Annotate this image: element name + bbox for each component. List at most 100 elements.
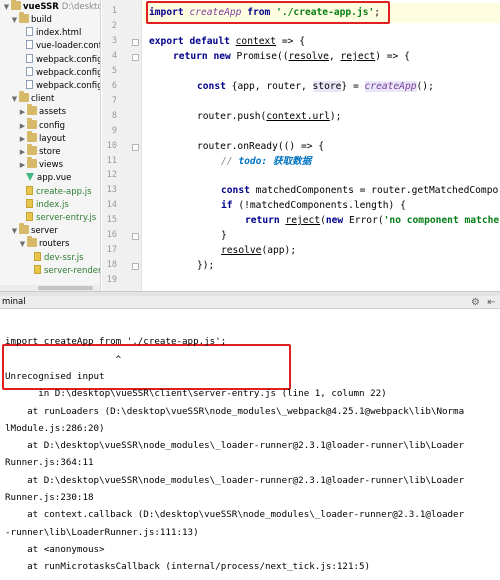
file-icon (26, 53, 33, 63)
line-number: 10 (106, 140, 117, 151)
project-tree: ▼vueSSR D:\desktop\vu ▼ build index.html vu… (0, 0, 101, 291)
line-number: 2 (111, 20, 117, 31)
fold-marker-icon[interactable] (132, 263, 139, 271)
tree-item[interactable]: ▼ build (10, 12, 52, 27)
terminal-header: minal ⚙ ⇤ (0, 296, 500, 309)
folder-icon (19, 91, 29, 103)
file-icon (26, 40, 33, 50)
tree-item[interactable]: ▶ store (18, 144, 61, 159)
tree-item[interactable]: webpack.config.s (26, 80, 100, 93)
tree-item[interactable]: ▼ server (10, 223, 58, 238)
terminal-line: at runMicrotasksCallback (internal/proce… (5, 561, 371, 573)
tree-item[interactable]: ▶ layout (18, 130, 66, 146)
tree-item[interactable]: ▶ assets (18, 104, 66, 119)
folder-icon (11, 0, 21, 10)
code-line-13[interactable]: const matchedComponents = router.getMatc… (221, 184, 498, 198)
terminal-line: Unrecognised input (5, 370, 105, 382)
project-root[interactable]: ▼vueSSR D:\desktop\vu (2, 0, 100, 14)
chevron-right-icon[interactable]: ▶ (18, 159, 27, 172)
chevron-right-icon[interactable]: ▶ (18, 106, 27, 119)
folder-icon (27, 117, 37, 129)
tree-item-label: config (39, 120, 66, 131)
tree-item[interactable]: create-app.js (26, 185, 92, 199)
tree-item[interactable]: ▼ routers (18, 236, 70, 251)
folder-icon (27, 144, 37, 155)
tree-item-label: store (39, 147, 61, 157)
tree-item[interactable]: ▼ client (10, 91, 55, 106)
terminal-output[interactable]: import createApp from './create-app.js';… (0, 310, 500, 580)
code-line-11[interactable]: // todo: 获取数据 (221, 155, 311, 169)
chevron-down-icon[interactable]: ▼ (10, 225, 19, 238)
tree-item-label: client (31, 94, 55, 105)
fold-marker-icon[interactable] (132, 38, 139, 46)
code-line-8[interactable]: router.push(context.url); (197, 110, 341, 124)
line-number: 6 (111, 80, 117, 91)
fold-marker-icon[interactable] (132, 233, 139, 241)
tree-item-label: index.js (36, 199, 69, 210)
terminal-line: at <anonymous> (5, 543, 105, 555)
tree-item[interactable]: dev-ssr.js (34, 251, 84, 265)
file-icon (26, 27, 33, 37)
tree-item[interactable]: app.vue (26, 172, 71, 185)
scrollbar-thumb[interactable] (38, 286, 93, 290)
code-line-17[interactable]: resolve(app); (221, 244, 296, 258)
chevron-right-icon[interactable]: ▶ (18, 133, 27, 146)
folder-icon (27, 104, 37, 116)
code-line-15[interactable]: return reject(new Error('no component ma… (245, 214, 499, 228)
terminal-line: -runner\lib\LoaderRunner.js:111:13) (5, 526, 199, 538)
tree-item-label: server-entry.js (36, 213, 97, 223)
code-editor[interactable]: import createApp from './create-app.js';… (143, 0, 500, 291)
file-icon (26, 66, 33, 76)
line-number: 4 (111, 50, 117, 61)
code-line-18[interactable]: }); (197, 259, 214, 273)
folder-icon (19, 223, 29, 235)
folder-icon (27, 236, 37, 248)
hide-panel-icon[interactable]: ⇤ (486, 297, 497, 308)
fold-marker-icon[interactable] (132, 143, 139, 151)
terminal-line: ^ (5, 353, 122, 365)
chevron-down-icon[interactable]: ▼ (10, 14, 19, 27)
code-line-4[interactable]: return new Promise((resolve, reject) => … (173, 50, 410, 64)
tree-item-label: routers (39, 239, 70, 250)
chevron-down-icon[interactable]: ▼ (2, 1, 11, 14)
gear-icon[interactable]: ⚙ (470, 297, 481, 308)
folder-icon (27, 130, 37, 142)
tree-item[interactable]: index.js (26, 198, 69, 212)
tree-item-label: server (31, 226, 58, 237)
chevron-down-icon[interactable]: ▼ (18, 238, 27, 251)
chevron-right-icon[interactable]: ▶ (18, 120, 27, 133)
js-file-icon (26, 212, 33, 221)
tree-item[interactable]: index.html (26, 27, 81, 40)
line-number: 1 (111, 6, 117, 16)
code-line-14[interactable]: if (!matchedComponents.length) { (221, 199, 406, 213)
tree-item[interactable]: ▶ config (18, 117, 66, 133)
chevron-down-icon[interactable]: ▼ (10, 93, 19, 106)
line-number: 19 (106, 275, 117, 286)
tree-item[interactable]: ▶ views (18, 157, 63, 172)
line-number: 14 (106, 200, 117, 211)
code-line-6[interactable]: const {app, router, store} = createApp()… (197, 80, 434, 94)
line-number: 16 (106, 230, 117, 241)
fold-marker-icon[interactable] (132, 53, 139, 61)
tree-item[interactable]: server-render (34, 264, 100, 278)
import-line-highlight-box (146, 1, 390, 24)
terminal-line: Runner.js:364:11 (5, 457, 94, 469)
js-file-icon (26, 185, 33, 195)
code-line-16[interactable]: } (221, 229, 227, 243)
tree-item[interactable]: webpack.config.b (26, 53, 100, 67)
code-line-3[interactable]: export default context => { (149, 35, 305, 49)
js-file-icon (34, 264, 41, 274)
code-line-10[interactable]: router.onReady(() => { (197, 140, 324, 154)
js-file-icon (26, 198, 33, 208)
line-number: 5 (111, 65, 117, 76)
editor-gutter: 1 2 3 4 5 6 7 8 9 10 11 12 13 14 15 16 17 18 19 (102, 0, 142, 291)
tree-item-label: webpack.config.b (36, 54, 100, 65)
line-number: 15 (106, 215, 117, 226)
line-number: 7 (111, 95, 117, 106)
tree-item-label: build (31, 15, 52, 25)
tree-item[interactable]: vue-loader.config (26, 40, 100, 53)
chevron-right-icon[interactable]: ▶ (18, 146, 27, 159)
terminal-line: at context.callback (D:\desktop\vueSSR\n… (5, 509, 465, 521)
tree-item[interactable]: server-entry.js (26, 212, 96, 225)
tree-item[interactable]: webpack.config.c (26, 66, 100, 80)
